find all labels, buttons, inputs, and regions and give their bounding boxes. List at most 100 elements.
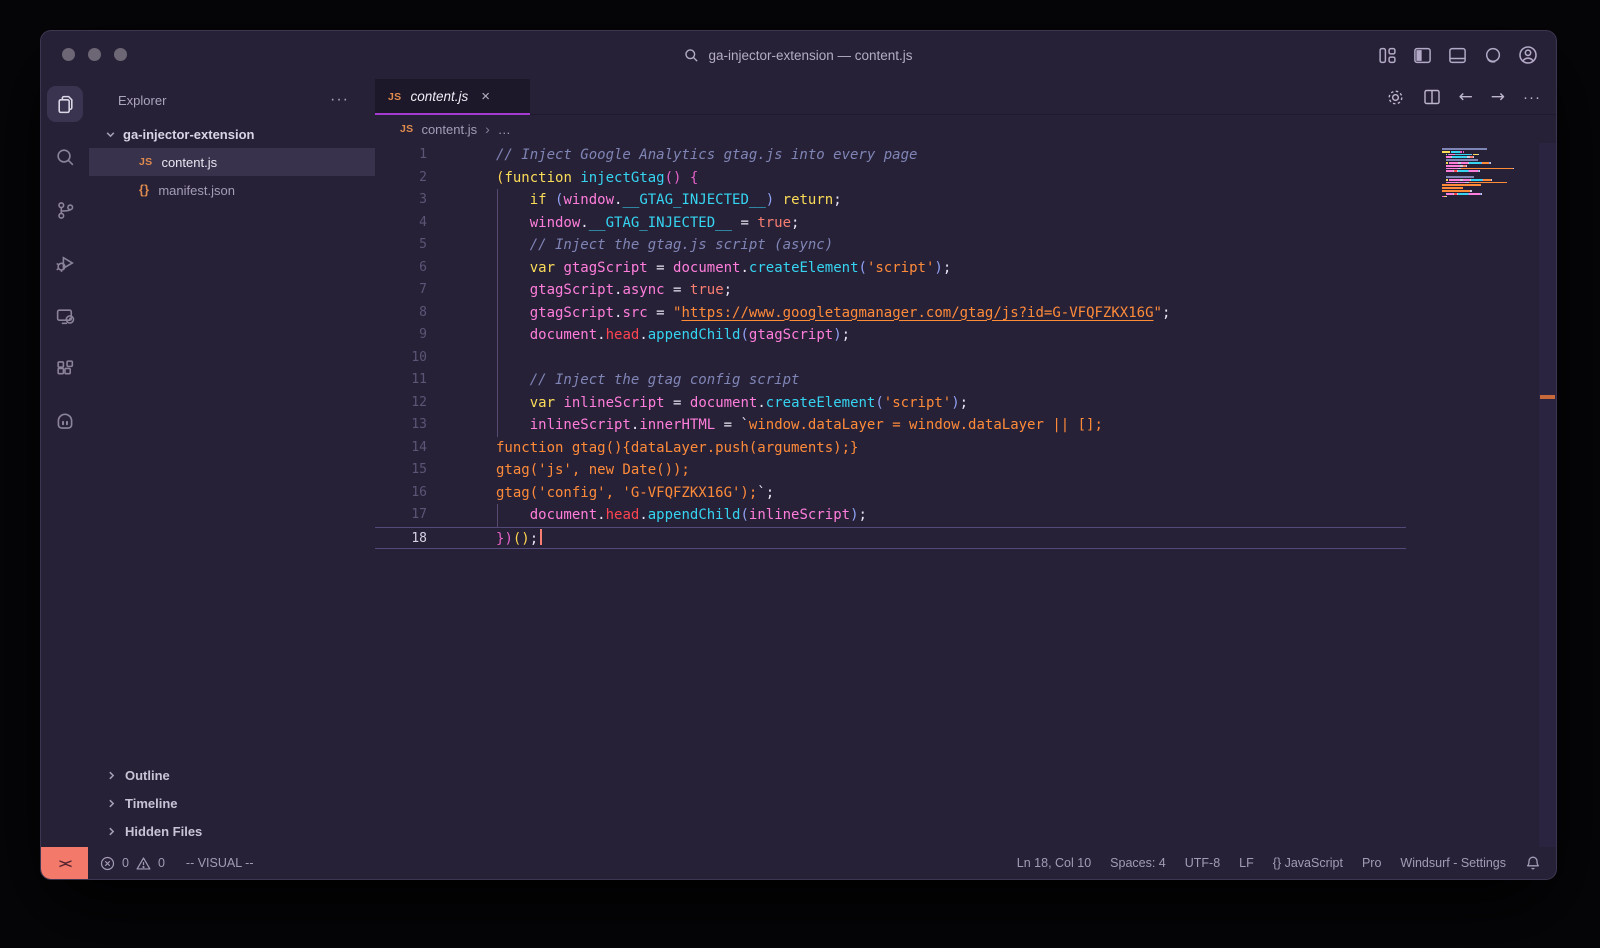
minimap[interactable] [1442, 148, 1520, 198]
breadcrumb-separator: › [485, 121, 490, 137]
sidebar-explorer: Explorer ··· ga-injector-extension JScon… [89, 79, 375, 847]
status-spaces-4[interactable]: Spaces: 4 [1110, 856, 1166, 870]
customize-layout-icon[interactable] [1378, 46, 1397, 65]
errors-icon [100, 856, 115, 871]
line-number: 1 [375, 144, 427, 167]
breadcrumb-symbol-more[interactable]: … [498, 122, 511, 137]
tab-close-icon[interactable]: × [481, 88, 490, 105]
remote-monitor-icon [55, 306, 76, 327]
tree-file-content-js[interactable]: JScontent.js [89, 148, 375, 176]
overview-ruler[interactable] [1539, 143, 1556, 847]
tab-content-js[interactable]: JS content.js × [375, 79, 530, 114]
bell-icon[interactable] [1525, 855, 1541, 871]
code-line-14: 14function gtag(){dataLayer.push(argumen… [375, 437, 1406, 460]
line-text: // Inject Google Analytics gtag.js into … [427, 144, 1406, 167]
line-text: gtagScript.src = "https://www.googletagm… [427, 302, 1406, 325]
chevron-down-icon [105, 129, 116, 140]
line-text: gtag('config', 'G-VFQFZKX16G');`; [427, 482, 1406, 505]
line-number: 17 [375, 504, 427, 527]
line-number: 13 [375, 414, 427, 437]
activity-explorer[interactable] [47, 86, 83, 122]
section-label: Timeline [125, 796, 178, 811]
titlebar: ga-injector-extension — content.js [41, 31, 1556, 79]
js-file-icon: JS [388, 91, 401, 103]
chevron-right-icon [106, 826, 117, 837]
activity-extensions[interactable] [47, 351, 83, 387]
search-icon [55, 147, 76, 168]
activity-remote-explorer[interactable] [47, 298, 83, 334]
window-title-search[interactable]: ga-injector-extension — content.js [684, 48, 912, 63]
status-windsurf-settings[interactable]: Windsurf - Settings [1400, 856, 1506, 870]
code-line-12: 12 var inlineScript = document.createEle… [375, 392, 1406, 415]
activity-run-debug[interactable] [47, 245, 83, 281]
text-cursor [540, 529, 542, 545]
section-label: Hidden Files [125, 824, 202, 839]
navigate-forward-icon[interactable]: → [1491, 89, 1505, 106]
settings-gear-icon[interactable] [1386, 88, 1405, 107]
section-hidden-files[interactable]: Hidden Files [89, 817, 375, 845]
line-text: document.head.appendChild(gtagScript); [427, 324, 1406, 347]
breadcrumb-file[interactable]: content.js [421, 122, 477, 137]
errors-count[interactable]: 0 [122, 856, 129, 870]
status-lf[interactable]: LF [1239, 856, 1254, 870]
line-text: document.head.appendChild(inlineScript); [427, 504, 1406, 527]
line-number: 10 [375, 347, 427, 370]
chevron-right-icon [106, 770, 117, 781]
breadcrumb: JS content.js › … [375, 115, 1556, 143]
chevron-right-icon [106, 798, 117, 809]
line-text: window.__GTAG_INJECTED__ = true; [427, 212, 1406, 235]
toggle-sidebar-icon[interactable] [1413, 46, 1432, 65]
copilot-circle-icon[interactable] [1483, 46, 1502, 65]
remote-indicator[interactable]: >< [41, 847, 88, 879]
remote-icon: >< [59, 856, 70, 871]
line-number: 16 [375, 482, 427, 505]
code-line-16: 16gtag('config', 'G-VFQFZKX16G');`; [375, 482, 1406, 505]
account-icon[interactable] [1518, 45, 1538, 65]
section-timeline[interactable]: Timeline [89, 789, 375, 817]
status-pro[interactable]: Pro [1362, 856, 1381, 870]
minimize-window-button[interactable] [88, 48, 101, 61]
folder-name: ga-injector-extension [123, 127, 254, 142]
status-javascript[interactable]: {} JavaScript [1273, 856, 1343, 870]
js-file-icon: JS [400, 123, 413, 135]
code-line-6: 6 var gtagScript = document.createElemen… [375, 257, 1406, 280]
section-outline[interactable]: Outline [89, 761, 375, 789]
line-number: 2 [375, 167, 427, 190]
line-text: (function injectGtag() { [427, 167, 1406, 190]
explorer-title: Explorer [118, 93, 166, 108]
zoom-window-button[interactable] [114, 48, 127, 61]
line-text: // Inject the gtag config script [427, 369, 1406, 392]
line-text: gtag('js', new Date()); [427, 459, 1406, 482]
line-number: 4 [375, 212, 427, 235]
editor-group: JS content.js × ← → ··· JS content.js › … [375, 79, 1556, 847]
line-number: 11 [375, 369, 427, 392]
activity-source-control[interactable] [47, 192, 83, 228]
editor-more-actions-icon[interactable]: ··· [1523, 89, 1541, 106]
section-label: Outline [125, 768, 170, 783]
navigate-back-icon[interactable]: ← [1459, 89, 1473, 106]
status-utf-8[interactable]: UTF-8 [1185, 856, 1220, 870]
split-editor-icon[interactable] [1423, 88, 1441, 106]
warnings-count[interactable]: 0 [158, 856, 165, 870]
activity-search[interactable] [47, 139, 83, 175]
status-ln-18-col-10[interactable]: Ln 18, Col 10 [1017, 856, 1091, 870]
tree-folder-root[interactable]: ga-injector-extension [89, 121, 375, 148]
explorer-more-actions[interactable]: ··· [330, 91, 349, 109]
tree-file-manifest-json[interactable]: {}manifest.json [89, 176, 375, 204]
code-line-10: 10 [375, 347, 1406, 370]
line-text: var inlineScript = document.createElemen… [427, 392, 1406, 415]
close-window-button[interactable] [62, 48, 75, 61]
code-line-3: 3 if (window.__GTAG_INJECTED__) return; [375, 189, 1406, 212]
activity-cascade[interactable] [47, 404, 83, 440]
file-name: content.js [161, 155, 217, 170]
toggle-panel-icon[interactable] [1448, 46, 1467, 65]
tab-title: content.js [410, 89, 468, 104]
json-file-icon: {} [139, 183, 149, 197]
window-title: ga-injector-extension — content.js [708, 48, 912, 63]
code-editor[interactable]: 1// Inject Google Analytics gtag.js into… [375, 143, 1556, 847]
line-text: })(); [427, 528, 1406, 549]
search-icon [684, 48, 699, 63]
vim-mode-indicator[interactable]: -- VISUAL -- [186, 856, 254, 870]
extensions-icon [55, 359, 76, 380]
line-number: 7 [375, 279, 427, 302]
